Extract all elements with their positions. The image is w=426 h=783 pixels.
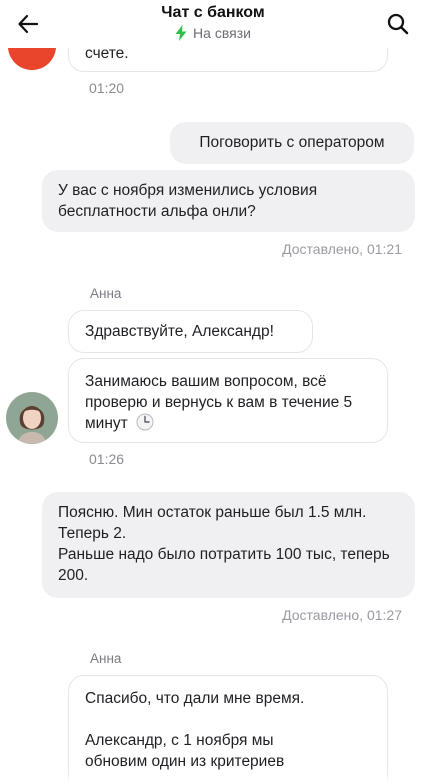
- search-button[interactable]: [384, 10, 412, 38]
- operator-message-greeting: Здравствуйте, Александр!: [68, 310, 313, 353]
- operator-name: Анна: [90, 651, 122, 666]
- search-icon: [387, 13, 409, 35]
- delivery-status: Доставлено, 01:21: [282, 241, 402, 257]
- message-time: 01:26: [89, 451, 125, 467]
- chat-title: Чат с банком: [161, 4, 265, 21]
- message-time: 01:20: [89, 80, 125, 96]
- user-message-question: У вас с ноября изменились условия беспла…: [42, 170, 415, 232]
- operator-avatar: [6, 392, 58, 444]
- lightning-icon: [175, 25, 187, 41]
- operator-name: Анна: [90, 286, 122, 301]
- scroll-fade: [0, 773, 426, 783]
- delivery-status: Доставлено, 01:27: [282, 607, 402, 623]
- user-message-explanation: Поясню. Мин остаток раньше был 1.5 млн. …: [42, 492, 415, 598]
- user-message-operator: Поговорить с оператором: [170, 122, 414, 164]
- operator-message-update: Спасибо, что дали мне время. Александр, …: [68, 675, 388, 783]
- clock-icon: [136, 413, 154, 437]
- chat-header: Чат с банком На связи: [0, 0, 426, 48]
- connection-status: На связи: [0, 25, 426, 41]
- operator-message-working: Занимаюсь вашим вопросом, всё проверю и …: [68, 358, 388, 443]
- chat-feed[interactable]: счете. 01:20 Поговорить с оператором У в…: [0, 0, 426, 783]
